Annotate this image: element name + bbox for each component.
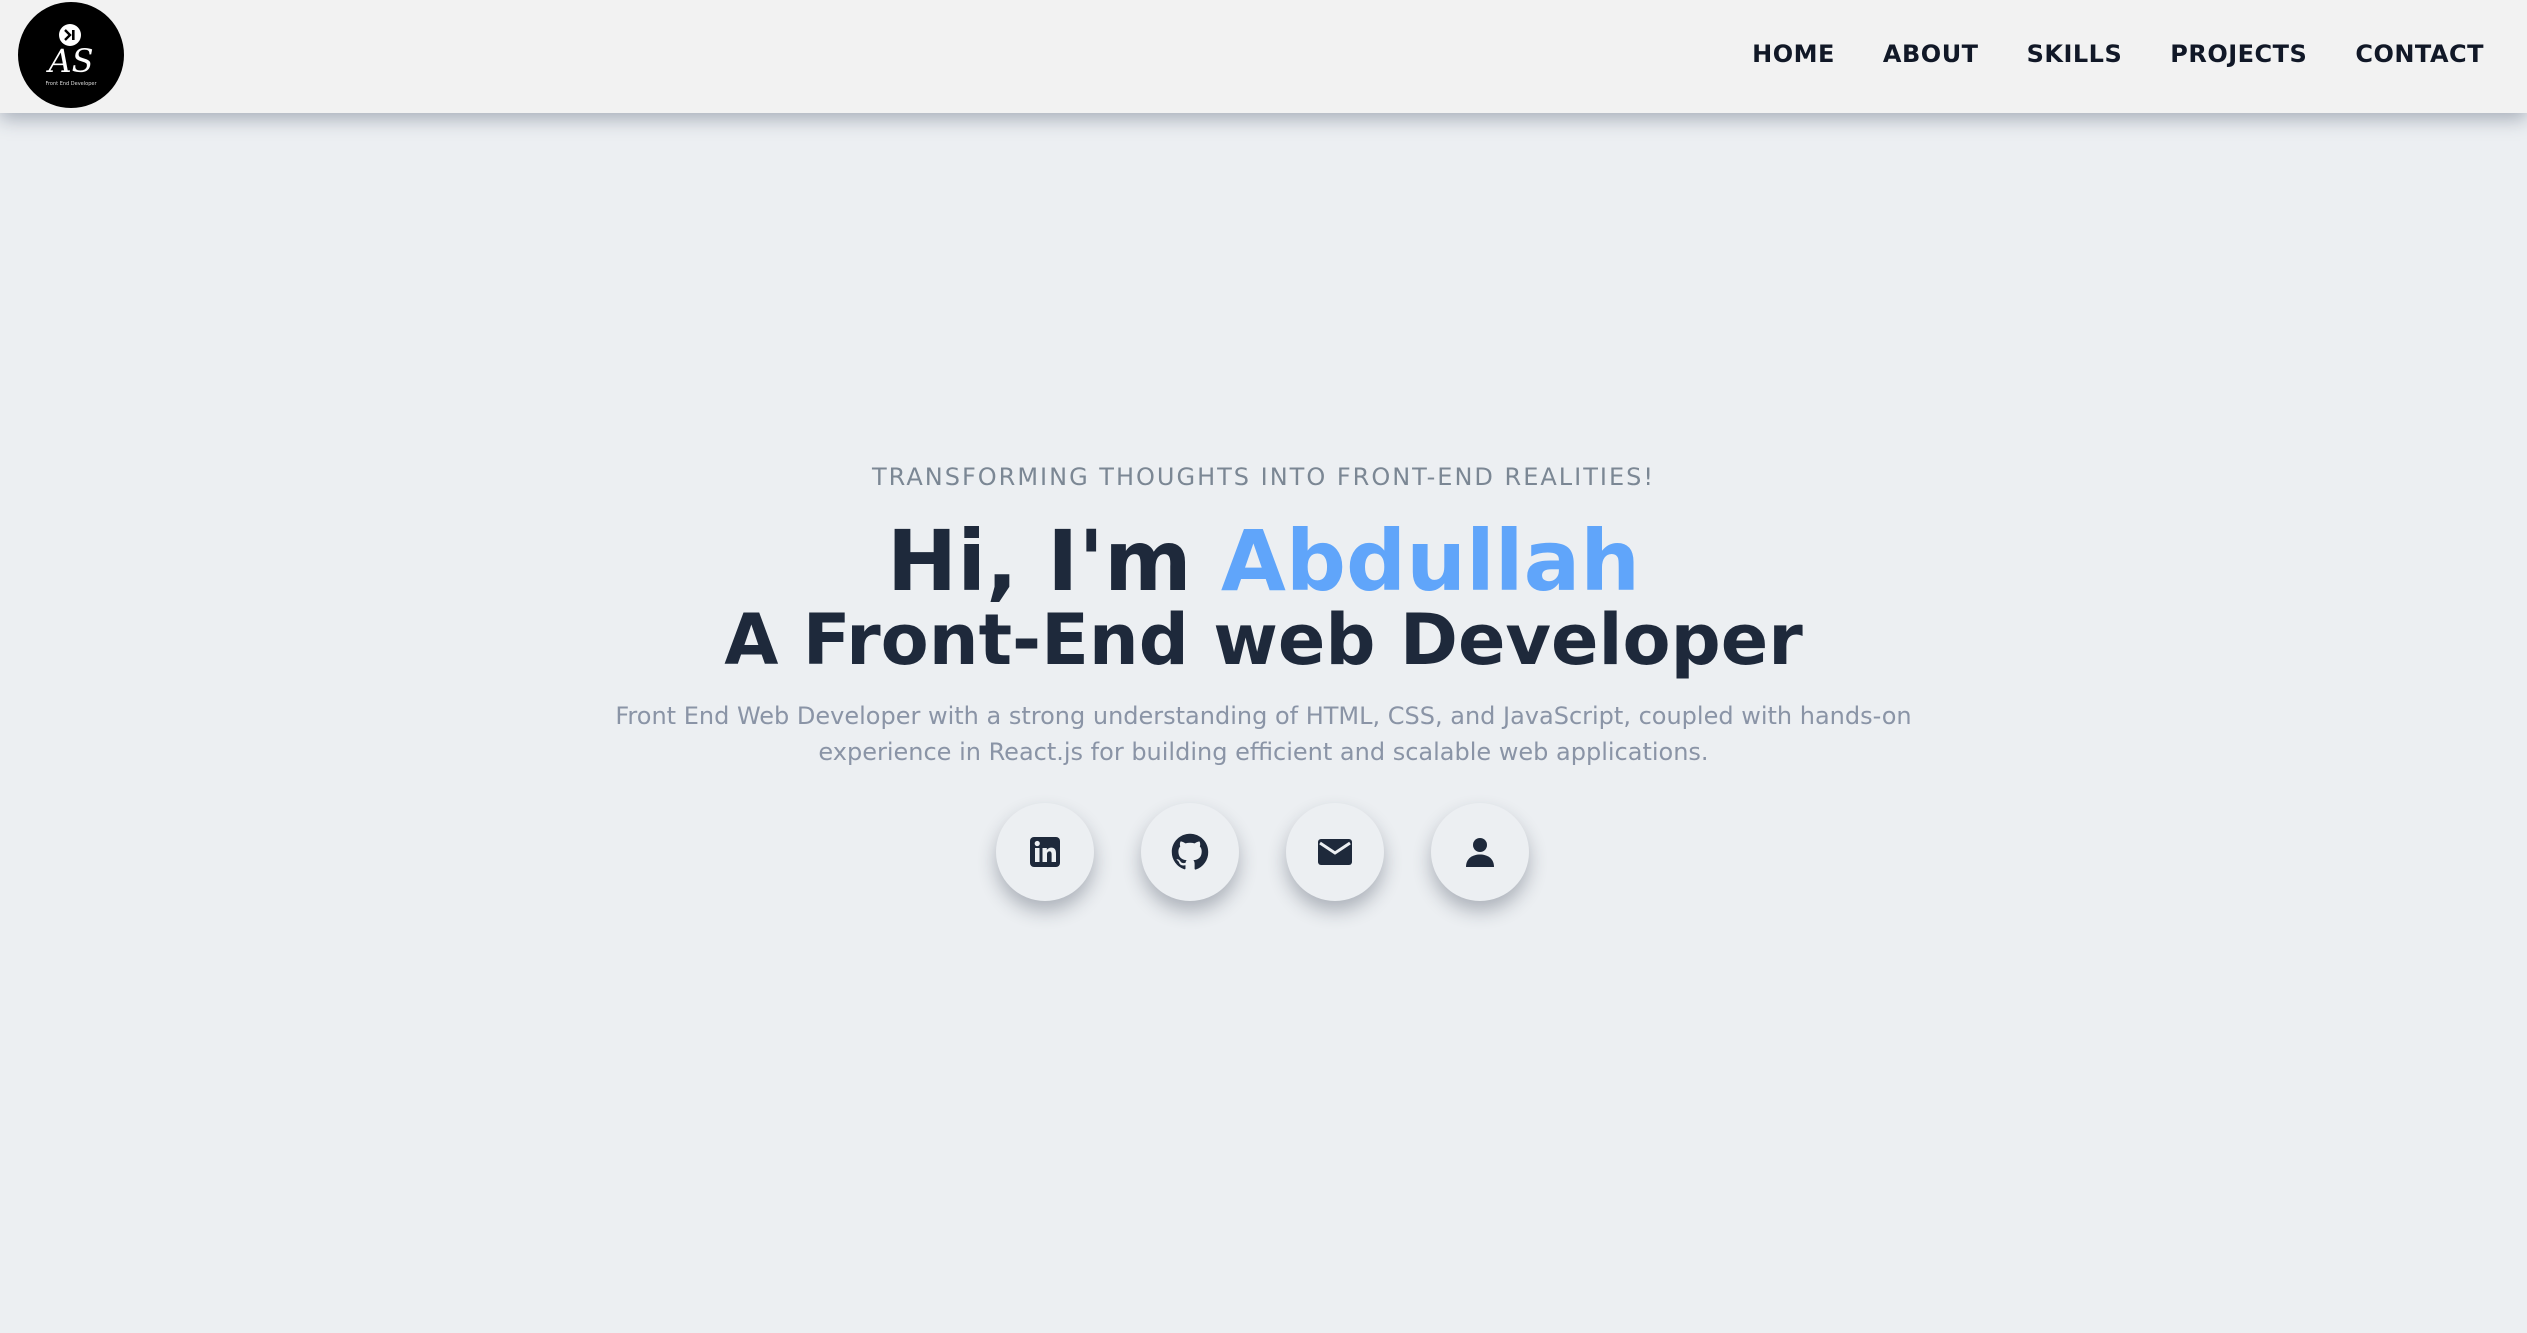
hero-description: Front End Web Developer with a strong un…	[615, 702, 1912, 766]
github-button[interactable]	[1141, 803, 1239, 901]
hero-name: Abdullah	[1220, 512, 1641, 610]
hero-section: TRANSFORMING THOUGHTS INTO FRONT-END REA…	[0, 460, 2527, 770]
nav-skills-link[interactable]: SKILLS	[2027, 38, 2123, 70]
nav-home-link[interactable]: HOME	[1752, 38, 1835, 70]
navbar: AS Front End Developer HOME ABOUT SKILLS…	[0, 0, 2527, 113]
profile-button[interactable]	[1431, 803, 1529, 901]
linkedin-icon	[1029, 836, 1061, 868]
hero-greeting: Hi, I'm	[886, 512, 1221, 610]
linkedin-button[interactable]	[996, 803, 1094, 901]
logo[interactable]: AS Front End Developer	[18, 2, 124, 108]
nav-contact-link[interactable]: CONTACT	[2355, 38, 2484, 70]
logo-subtitle: Front End Developer	[45, 81, 97, 87]
github-icon	[1171, 833, 1209, 871]
user-icon	[1464, 836, 1496, 868]
nav-projects-link[interactable]: PROJECTS	[2170, 38, 2307, 70]
hero-tagline: TRANSFORMING THOUGHTS INTO FRONT-END REA…	[872, 463, 1655, 491]
hero-role: A Front-End web Developer	[724, 599, 1803, 681]
nav-menu: HOME ABOUT SKILLS PROJECTS CONTACT	[1704, 38, 2484, 70]
nav-about-link[interactable]: ABOUT	[1883, 38, 1979, 70]
logo-initials: AS	[48, 42, 94, 80]
email-button[interactable]	[1286, 803, 1384, 901]
mail-icon	[1317, 838, 1353, 866]
social-links	[996, 803, 1529, 901]
hero-headline: Hi, I'm Abdullah	[0, 516, 2527, 606]
